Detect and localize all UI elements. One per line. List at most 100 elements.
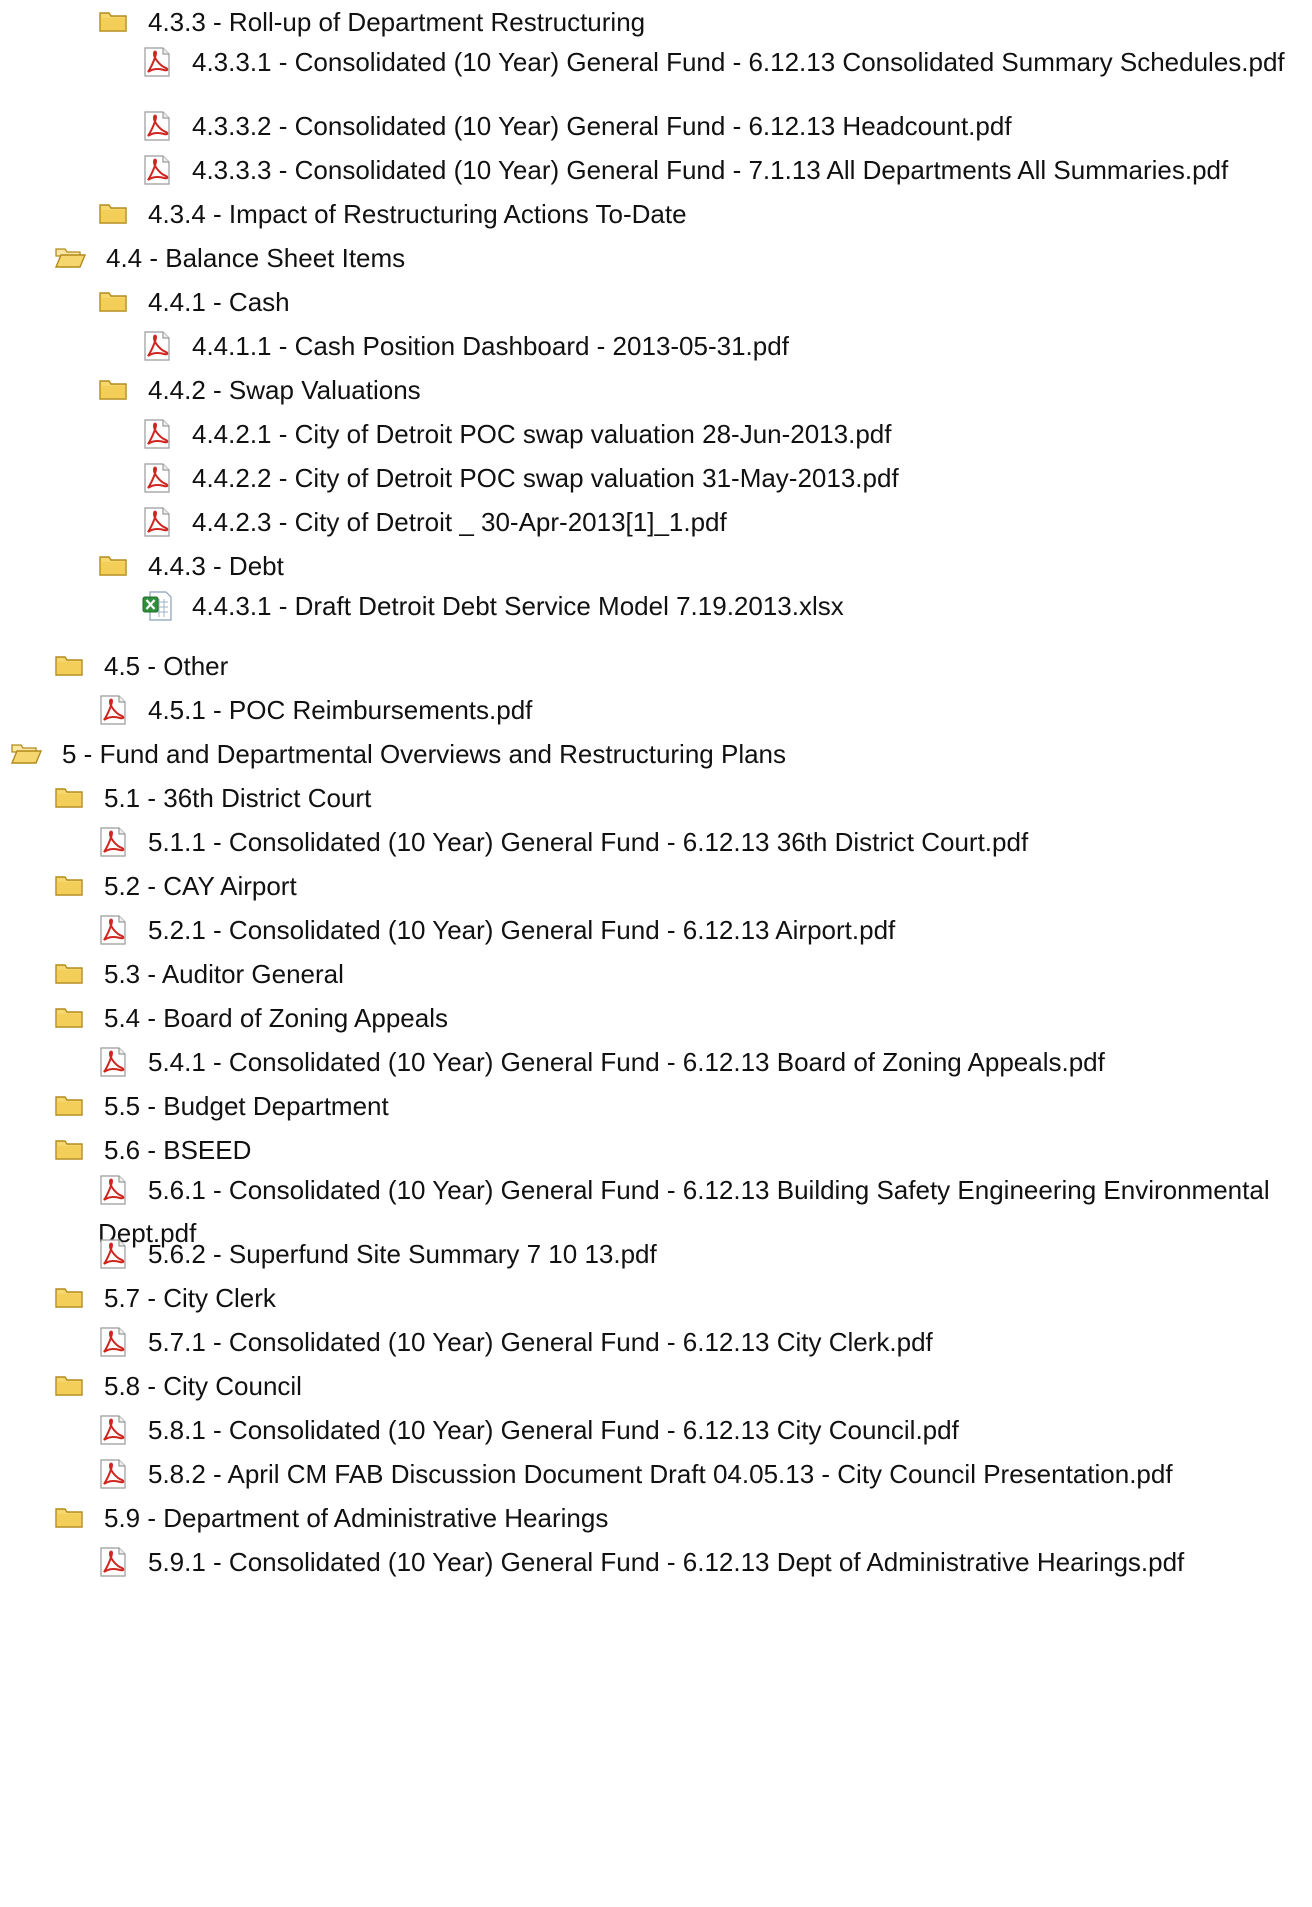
folder-row[interactable]: 4.3.4 - Impact of Restructuring Actions … [0,196,1312,234]
tree-item-label[interactable]: 4.4.2.1 - City of Detroit POC swap valua… [192,419,891,449]
pdf-file-icon[interactable] [98,826,128,867]
folder-row[interactable]: 4.4 - Balance Sheet Items [0,240,1312,278]
file-row[interactable]: 4.4.2.1 - City of Detroit POC swap valua… [0,416,1312,459]
pdf-file-icon[interactable] [98,1046,128,1087]
file-row[interactable]: 5.8.1 - Consolidated (10 Year) General F… [0,1412,1312,1455]
tree-item-label[interactable]: 4.3.3 - Roll-up of Department Restructur… [148,7,645,37]
tree-item-label[interactable]: 5.2.1 - Consolidated (10 Year) General F… [148,915,895,945]
tree-item-label[interactable]: 4.4.2.2 - City of Detroit POC swap valua… [192,463,899,493]
folder-row[interactable]: 4.4.1 - Cash [0,284,1312,322]
tree-item-label[interactable]: 4.4.1.1 - Cash Position Dashboard - 2013… [192,331,789,361]
folder-row[interactable]: 4.4.3 - Debt [0,548,1312,586]
folder-row[interactable]: 5.4 - Board of Zoning Appeals [0,1000,1312,1038]
tree-item-label[interactable]: 5.9 - Department of Administrative Heari… [104,1503,608,1533]
folder-closed-icon[interactable] [98,198,128,234]
pdf-file-icon[interactable] [142,418,172,459]
tree-item-label[interactable]: 4.5.1 - POC Reimbursements.pdf [148,695,532,725]
tree-item-label[interactable]: 5.7.1 - Consolidated (10 Year) General F… [148,1327,933,1357]
tree-item-label[interactable]: 5.4.1 - Consolidated (10 Year) General F… [148,1047,1105,1077]
tree-item-label[interactable]: 5.9.1 - Consolidated (10 Year) General F… [148,1547,1184,1577]
tree-item-label[interactable]: 4.4 - Balance Sheet Items [106,243,405,273]
file-row[interactable]: 4.3.3.1 - Consolidated (10 Year) General… [0,44,1308,87]
folder-closed-icon[interactable] [54,782,84,818]
file-row[interactable]: 5.9.1 - Consolidated (10 Year) General F… [0,1544,1312,1587]
file-row[interactable]: 4.4.2.3 - City of Detroit _ 30-Apr-2013[… [0,504,1312,547]
folder-open-icon[interactable] [10,738,43,774]
file-row[interactable]: 4.3.3.2 - Consolidated (10 Year) General… [0,108,1312,151]
folder-row[interactable]: 5.7 - City Clerk [0,1280,1312,1318]
file-row[interactable]: 4.4.1.1 - Cash Position Dashboard - 2013… [0,328,1312,371]
file-row[interactable]: 4.3.3.3 - Consolidated (10 Year) General… [0,152,1312,195]
folder-closed-icon[interactable] [54,958,84,994]
folder-row[interactable]: 5.8 - City Council [0,1368,1312,1406]
pdf-file-icon[interactable] [98,1326,128,1367]
pdf-file-icon[interactable] [98,1546,128,1587]
folder-row[interactable]: 5.9 - Department of Administrative Heari… [0,1500,1312,1538]
file-row[interactable]: 4.5.1 - POC Reimbursements.pdf [0,692,1312,735]
pdf-file-icon[interactable] [142,462,172,503]
folder-row[interactable]: 4.5 - Other [0,648,1312,686]
folder-closed-icon[interactable] [54,1090,84,1126]
folder-row[interactable]: 5.5 - Budget Department [0,1088,1312,1126]
pdf-file-icon[interactable] [142,330,172,371]
tree-item-label[interactable]: 4.4.2 - Swap Valuations [148,375,421,405]
tree-item-label[interactable]: 4.4.3.1 - Draft Detroit Debt Service Mod… [192,591,844,621]
folder-closed-icon[interactable] [54,1502,84,1538]
tree-item-label[interactable]: 5.2 - CAY Airport [104,871,297,901]
tree-item-label[interactable]: 5.1 - 36th District Court [104,783,371,813]
pdf-file-icon[interactable] [98,1238,128,1279]
tree-item-label[interactable]: 4.3.4 - Impact of Restructuring Actions … [148,199,687,229]
tree-item-label[interactable]: 4.4.1 - Cash [148,287,290,317]
folder-closed-icon[interactable] [54,1134,84,1170]
file-row[interactable]: 4.4.2.2 - City of Detroit POC swap valua… [0,460,1312,503]
pdf-file-icon[interactable] [142,46,172,87]
tree-item-label[interactable]: 4.3.3.2 - Consolidated (10 Year) General… [192,111,1012,141]
tree-item-label[interactable]: 5.8.2 - April CM FAB Discussion Document… [148,1459,1173,1489]
folder-row[interactable]: 5.3 - Auditor General [0,956,1312,994]
folder-closed-icon[interactable] [98,286,128,322]
excel-file-icon[interactable] [142,590,172,631]
tree-item-label[interactable]: 4.3.3.1 - Consolidated (10 Year) General… [192,47,1285,77]
tree-item-label[interactable]: 4.5 - Other [104,651,228,681]
folder-closed-icon[interactable] [98,6,128,42]
tree-item-label[interactable]: 5.8 - City Council [104,1371,302,1401]
tree-item-label[interactable]: 5.6 - BSEED [104,1135,251,1165]
tree-item-label[interactable]: 5.5 - Budget Department [104,1091,389,1121]
folder-closed-icon[interactable] [54,870,84,906]
file-row[interactable]: 5.2.1 - Consolidated (10 Year) General F… [0,912,1312,955]
folder-row[interactable]: 5.6 - BSEED [0,1132,1312,1170]
tree-item-label[interactable]: 5 - Fund and Departmental Overviews and … [62,739,786,769]
file-row[interactable]: 5.7.1 - Consolidated (10 Year) General F… [0,1324,1312,1367]
tree-item-label[interactable]: 4.4.2.3 - City of Detroit _ 30-Apr-2013[… [192,507,727,537]
folder-row[interactable]: 5.1 - 36th District Court [0,780,1312,818]
pdf-file-icon[interactable] [98,694,128,735]
tree-item-label[interactable]: 5.1.1 - Consolidated (10 Year) General F… [148,827,1028,857]
folder-closed-icon[interactable] [54,1370,84,1406]
tree-item-label[interactable]: 5.8.1 - Consolidated (10 Year) General F… [148,1415,959,1445]
folder-closed-icon[interactable] [98,374,128,410]
pdf-file-icon[interactable] [98,1414,128,1455]
pdf-file-icon[interactable] [98,914,128,955]
folder-closed-icon[interactable] [54,1282,84,1318]
file-row[interactable]: 5.6.2 - Superfund Site Summary 7 10 13.p… [0,1236,1312,1279]
folder-row[interactable]: 5.2 - CAY Airport [0,868,1312,906]
tree-item-label[interactable]: 5.3 - Auditor General [104,959,344,989]
pdf-file-icon[interactable] [142,506,172,547]
tree-item-label[interactable]: 5.4 - Board of Zoning Appeals [104,1003,448,1033]
file-row[interactable]: 5.1.1 - Consolidated (10 Year) General F… [0,824,1312,867]
folder-closed-icon[interactable] [54,1002,84,1038]
folder-closed-icon[interactable] [54,650,84,686]
pdf-file-icon[interactable] [142,154,172,195]
tree-item-label[interactable]: 5.7 - City Clerk [104,1283,276,1313]
tree-item-label[interactable]: 4.4.3 - Debt [148,551,284,581]
folder-open-icon[interactable] [54,242,87,278]
pdf-file-icon[interactable] [98,1458,128,1499]
file-row[interactable]: 5.8.2 - April CM FAB Discussion Document… [0,1456,1312,1499]
folder-row[interactable]: 4.4.2 - Swap Valuations [0,372,1312,410]
tree-item-label[interactable]: 4.3.3.3 - Consolidated (10 Year) General… [192,155,1228,185]
pdf-file-icon[interactable] [98,1174,128,1215]
file-row[interactable]: 5.4.1 - Consolidated (10 Year) General F… [0,1044,1312,1087]
folder-row[interactable]: 5 - Fund and Departmental Overviews and … [0,736,1312,774]
tree-item-label[interactable]: 5.6.2 - Superfund Site Summary 7 10 13.p… [148,1239,657,1269]
folder-row[interactable]: 4.3.3 - Roll-up of Department Restructur… [0,4,1312,42]
